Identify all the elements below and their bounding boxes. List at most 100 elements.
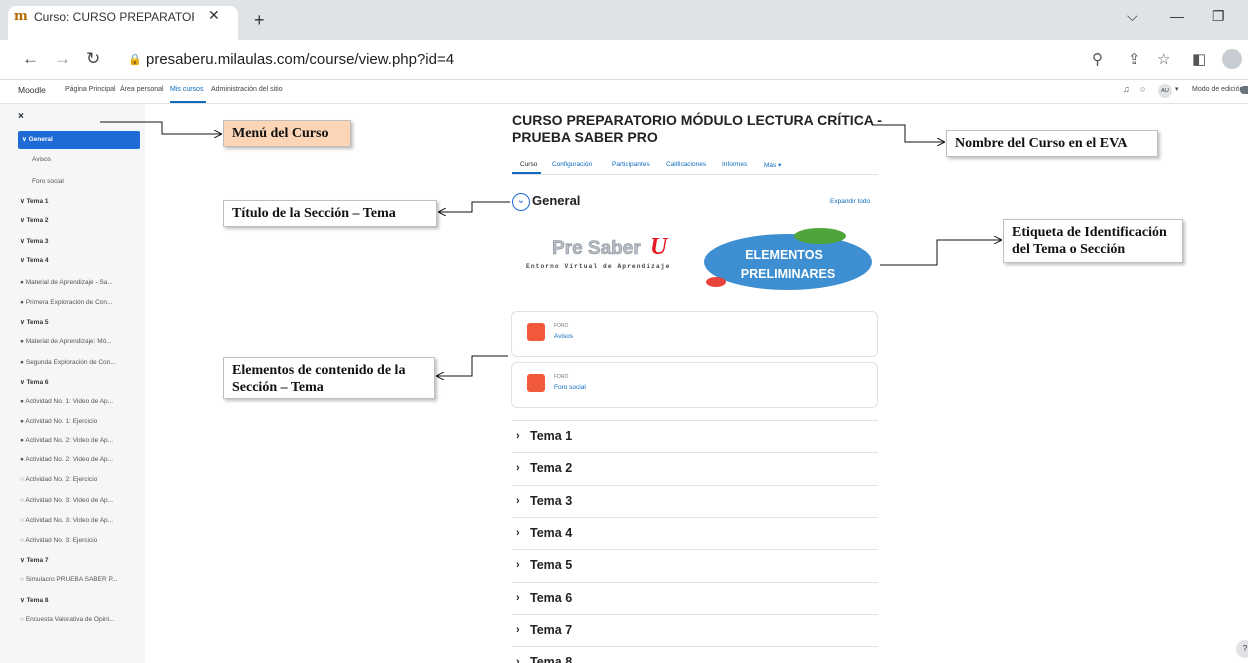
- expand-all-link[interactable]: Expandir todo: [830, 198, 870, 205]
- restore-icon[interactable]: ❐: [1212, 8, 1225, 25]
- sidebar-item[interactable]: ∨ Tema 6: [20, 378, 48, 386]
- annotation-nombre-del-curso: Nombre del Curso en el EVA: [946, 130, 1158, 157]
- screenshot: m Curso: CURSO PREPARATORIO M ✕ + ⌵ — ❐ …: [0, 0, 1248, 663]
- user-menu-caret-icon[interactable]: ▾: [1175, 85, 1179, 93]
- chevron-right-icon[interactable]: ›: [516, 430, 520, 442]
- tab-title: Curso: CURSO PREPARATORIO M: [34, 10, 194, 24]
- nav-administracion[interactable]: Administración del sitio: [211, 86, 283, 93]
- nav-area-personal[interactable]: Área personal: [120, 86, 164, 93]
- activity-name-avisos[interactable]: Avisos: [554, 333, 573, 340]
- nav-pagina-principal[interactable]: Página Principal: [65, 86, 116, 93]
- tab-curso[interactable]: Curso: [520, 161, 537, 168]
- bell-icon[interactable]: ♫: [1123, 84, 1130, 94]
- arrow-etiqueta: [880, 240, 1001, 266]
- lock-icon[interactable]: 🔒: [128, 53, 142, 66]
- chat-icon[interactable]: ○: [1140, 84, 1145, 94]
- sidebar-item[interactable]: ○ Simulacro PRUEBA SABER P...: [20, 576, 117, 583]
- new-tab-icon[interactable]: +: [254, 10, 265, 31]
- sidebar-item[interactable]: ● Segunda Exploración de Con...: [20, 359, 116, 366]
- sidebar-item[interactable]: ● Material de Aprendizaje - Sa...: [20, 279, 113, 286]
- section-name[interactable]: Tema 4: [530, 526, 572, 540]
- sidebar-item[interactable]: ∨ Tema 4: [20, 256, 48, 264]
- sidebar-item[interactable]: ∨ Tema 2: [20, 216, 48, 224]
- sidebar-item[interactable]: ○ Actividad No. 3: Ejercicio: [20, 537, 97, 544]
- tab-informes[interactable]: Informes: [722, 161, 747, 168]
- edit-mode-label: Modo de edición: [1192, 86, 1244, 93]
- nav-active-underline: [170, 101, 206, 103]
- section-banner-image: Pre Saber U Entorno Virtual de Aprendiza…: [526, 228, 872, 290]
- sidebar-item[interactable]: ∨ Tema 5: [20, 318, 48, 326]
- reload-icon[interactable]: ↻: [86, 49, 100, 69]
- sidebar-item[interactable]: ● Material de Aprendizaje: Mó...: [20, 338, 112, 345]
- annotation-etiqueta-line1: Etiqueta de Identificación: [1012, 225, 1167, 240]
- sidebar-item[interactable]: ● Primera Exploración de Con...: [20, 299, 112, 306]
- annotation-etiqueta-line2: del Tema o Sección: [1012, 242, 1126, 257]
- chevron-right-icon[interactable]: ›: [516, 592, 520, 604]
- star-icon[interactable]: ☆: [1157, 50, 1170, 68]
- profile-icon[interactable]: [1222, 49, 1242, 69]
- minimize-icon[interactable]: —: [1170, 8, 1184, 24]
- banner-label-line1: ELEMENTOS: [745, 248, 823, 262]
- section-name[interactable]: Tema 3: [530, 494, 572, 508]
- sidepanel-icon[interactable]: ◧: [1192, 50, 1206, 68]
- sidebar-item[interactable]: ○ Encuesta Valorativa de Opini...: [20, 616, 115, 623]
- share-icon[interactable]: ⇪: [1128, 50, 1141, 68]
- banner-red-leaf: [706, 277, 726, 287]
- annotation-elementos: Elementos de contenido de la Sección – T…: [223, 357, 435, 399]
- sidebar-item[interactable]: ○ Actividad No. 3: Video de Ap...: [20, 497, 113, 504]
- sidebar-item[interactable]: ∨ Tema 7: [20, 556, 48, 564]
- chevron-right-icon[interactable]: ›: [516, 656, 520, 663]
- help-icon[interactable]: ?: [1236, 640, 1248, 658]
- course-title-line1: CURSO PREPARATORIO MÓDULO LECTURA CRÍTIC…: [512, 112, 882, 128]
- annotation-etiqueta: Etiqueta de Identificación del Tema o Se…: [1003, 219, 1183, 263]
- collapse-section-icon[interactable]: ⌄: [512, 193, 530, 211]
- banner-cloud-shape: [704, 234, 872, 290]
- forum-icon: [527, 323, 545, 341]
- sidebar-item[interactable]: ● Actividad No. 2: Video de Ap...: [20, 437, 113, 444]
- sidebar-item[interactable]: ● Actividad No. 2: Video de Ap...: [20, 456, 113, 463]
- sidebar-item[interactable]: ∨ Tema 8: [20, 596, 48, 604]
- banner-logo-u: U: [650, 234, 669, 260]
- chevron-right-icon[interactable]: ›: [516, 462, 520, 474]
- section-name[interactable]: Tema 6: [530, 591, 572, 605]
- nav-mis-cursos[interactable]: Mis cursos: [170, 86, 203, 93]
- sidebar-item[interactable]: ○ Actividad No. 2: Ejercicio: [20, 476, 97, 483]
- sidebar-item[interactable]: ○ Actividad No. 3: Video de Ap...: [20, 517, 113, 524]
- section-name[interactable]: Tema 1: [530, 429, 572, 443]
- back-arrow-icon[interactable]: ←: [22, 49, 39, 69]
- tab-configuracion[interactable]: Configuración: [552, 161, 592, 168]
- sidebar-item[interactable]: ∨ Tema 3: [20, 237, 48, 245]
- activity-name-foro-social[interactable]: Foro social: [554, 384, 586, 391]
- course-title: CURSO PREPARATORIO MÓDULO LECTURA CRÍTIC…: [512, 112, 892, 146]
- section-name[interactable]: Tema 7: [530, 623, 572, 637]
- zoom-icon[interactable]: ⚲: [1092, 50, 1103, 68]
- user-avatar[interactable]: AU: [1158, 84, 1172, 98]
- chevron-right-icon[interactable]: ›: [516, 527, 520, 539]
- chevron-right-icon[interactable]: ›: [516, 495, 520, 507]
- banner-label-line2: PRELIMINARES: [741, 267, 835, 281]
- sidebar-item[interactable]: Avisos: [32, 156, 51, 163]
- sidebar-item[interactable]: ● Actividad No. 1: Video de Ap...: [20, 398, 113, 405]
- close-drawer-icon[interactable]: ×: [18, 111, 24, 122]
- tab-participantes[interactable]: Participantes: [612, 161, 650, 168]
- moodle-brand[interactable]: Moodle: [18, 85, 46, 95]
- sidebar-item[interactable]: ● Actividad No. 1: Ejercicio: [20, 418, 97, 425]
- sidebar-item[interactable]: Foro social: [32, 178, 64, 185]
- url-text[interactable]: presaberu.milaulas.com/course/view.php?i…: [146, 51, 454, 68]
- chevron-right-icon[interactable]: ›: [516, 559, 520, 571]
- section-name[interactable]: Tema 8: [530, 655, 572, 663]
- forward-arrow-icon[interactable]: →: [54, 49, 71, 69]
- sidebar-item[interactable]: ∨ General: [22, 135, 53, 143]
- tab-close-icon[interactable]: ✕: [208, 7, 220, 24]
- section-title-general: General: [532, 193, 581, 208]
- annotation-elementos-line1: Elementos de contenido de la: [232, 363, 406, 378]
- course-title-line2: PRUEBA SABER PRO: [512, 129, 658, 145]
- section-name[interactable]: Tema 5: [530, 558, 572, 572]
- sidebar-item[interactable]: ∨ Tema 1: [20, 197, 48, 205]
- section-name[interactable]: Tema 2: [530, 461, 572, 475]
- tab-mas[interactable]: Más ▾: [764, 161, 781, 169]
- tab-calificaciones[interactable]: Calificaciones: [666, 161, 706, 168]
- chevron-right-icon[interactable]: ›: [516, 624, 520, 636]
- edit-mode-toggle[interactable]: [1240, 86, 1248, 94]
- tab-search-icon[interactable]: ⌵: [1127, 8, 1138, 25]
